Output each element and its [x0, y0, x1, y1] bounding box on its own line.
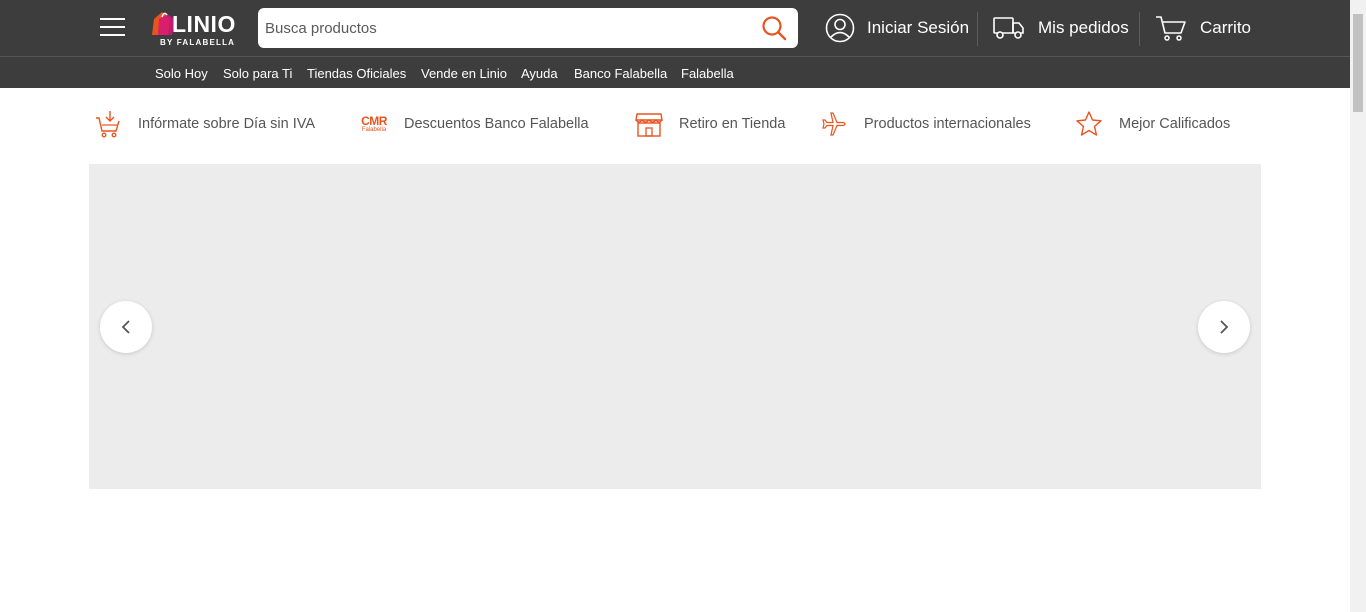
logo-subtitle: BY FALABELLA [160, 38, 236, 47]
top-header: LINIO BY FALABELLA Iniciar Sesión [0, 0, 1350, 56]
login-label: Iniciar Sesión [867, 18, 970, 37]
store-icon [633, 108, 665, 140]
feature-descuentos-banco[interactable]: CMR Falabella Descuentos Banco Falabella [358, 104, 589, 144]
truck-icon [993, 17, 1024, 39]
feature-productos-internacionales[interactable]: Productos internacionales [818, 104, 1031, 144]
nav-solo-para-ti[interactable]: Solo para Ti [223, 66, 292, 81]
cart-label: Carrito [1200, 18, 1252, 37]
nav-ayuda[interactable]: Ayuda [521, 66, 558, 81]
search-input[interactable] [265, 16, 745, 40]
scrollbar-thumb[interactable] [1353, 14, 1363, 112]
airplane-icon [818, 108, 850, 140]
search-bar [258, 8, 798, 48]
feature-label: Productos internacionales [864, 116, 1031, 132]
cmr-falabella-icon: CMR Falabella [361, 114, 387, 133]
page-scrollbar[interactable] [1350, 0, 1366, 612]
logo-wordmark: LINIO [172, 11, 236, 37]
linio-logo[interactable]: LINIO BY FALABELLA [150, 8, 244, 50]
header-divider [977, 12, 978, 46]
feature-mejor-calificados[interactable]: Mejor Calificados [1073, 104, 1230, 144]
star-icon [1073, 108, 1105, 140]
feature-label: Descuentos Banco Falabella [404, 116, 589, 132]
cart-tax-icon [92, 108, 124, 140]
feature-dia-sin-iva[interactable]: Infórmate sobre Día sin IVA [92, 104, 315, 144]
nav-tiendas-oficiales[interactable]: Tiendas Oficiales [307, 66, 406, 81]
feature-label: Retiro en Tienda [679, 116, 786, 132]
login-button[interactable]: Iniciar Sesión [825, 0, 969, 56]
chevron-right-icon [1220, 320, 1229, 334]
menu-icon[interactable] [100, 18, 126, 38]
nav-falabella[interactable]: Falabella [681, 66, 734, 81]
cart-button[interactable]: Carrito [1154, 0, 1251, 56]
cart-icon [1156, 16, 1186, 41]
feature-label: Mejor Calificados [1119, 116, 1231, 132]
header-divider [1139, 12, 1140, 46]
feature-retiro-tienda[interactable]: Retiro en Tienda [633, 104, 785, 144]
user-icon [825, 13, 855, 43]
carousel-next-button[interactable] [1198, 301, 1250, 353]
chevron-left-icon [121, 320, 130, 334]
nav-solo-hoy[interactable]: Solo Hoy [155, 66, 208, 81]
carousel-prev-button[interactable] [100, 301, 152, 353]
feature-label: Infórmate sobre Día sin IVA [138, 116, 316, 132]
nav-vende-en-linio[interactable]: Vende en Linio [421, 66, 507, 81]
search-icon[interactable] [761, 15, 787, 41]
secondary-nav: Solo Hoy Solo para Ti Tiendas Oficiales … [0, 56, 1350, 88]
orders-button[interactable]: Mis pedidos [992, 0, 1129, 56]
page: LINIO BY FALABELLA Iniciar Sesión [0, 0, 1366, 612]
hero-carousel[interactable] [89, 164, 1261, 489]
nav-banco-falabella[interactable]: Banco Falabella [574, 66, 667, 81]
orders-label: Mis pedidos [1038, 18, 1129, 37]
